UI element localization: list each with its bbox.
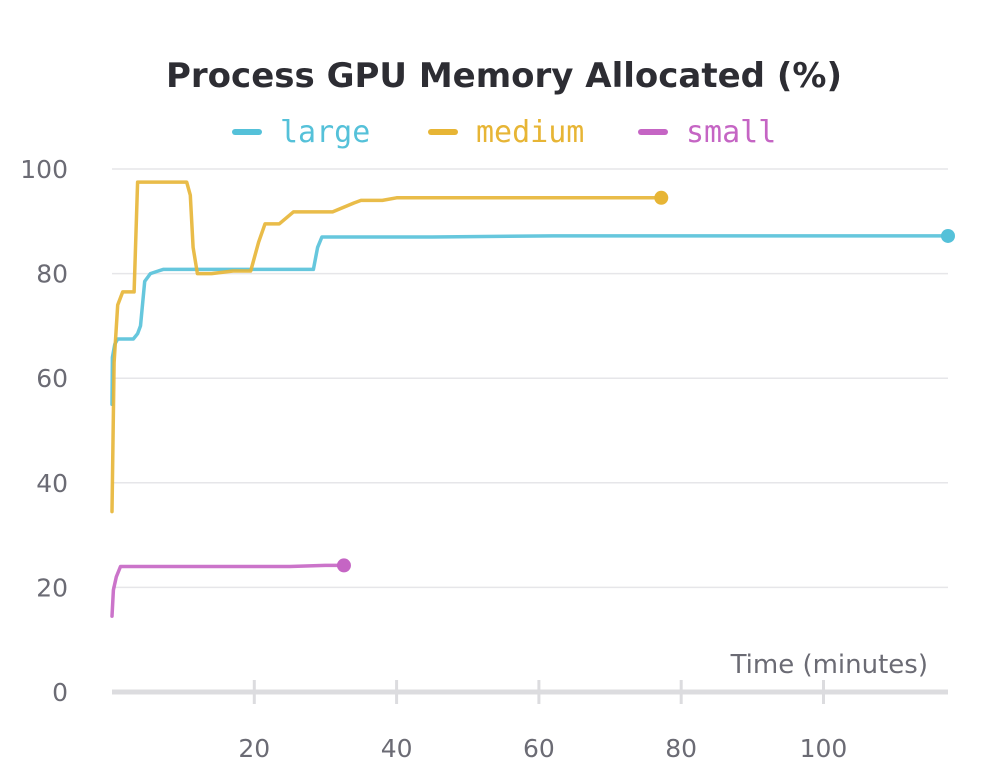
y-tick-label-0: 0 xyxy=(52,678,68,707)
x-axis xyxy=(112,680,948,704)
x-tick-label-60: 60 xyxy=(523,734,555,763)
y-tick-label-60: 60 xyxy=(36,364,68,393)
series-line-medium[interactable] xyxy=(110,180,664,514)
plot-area[interactable]: 0 20 40 60 80 100 20 40 60 80 100 Time (minutes) xyxy=(0,0,1008,783)
series-endpoint-medium[interactable] xyxy=(654,190,669,205)
series-lines xyxy=(110,180,955,618)
chart-container: Process GPU Memory Allocated (%) large m… xyxy=(0,0,1008,783)
x-tick-label-100: 100 xyxy=(800,734,848,763)
x-axis-tick-labels: 20 40 60 80 100 xyxy=(238,734,847,763)
y-tick-label-40: 40 xyxy=(36,469,68,498)
y-tick-label-80: 80 xyxy=(36,260,68,289)
x-tick-label-80: 80 xyxy=(665,734,697,763)
y-tick-label-20: 20 xyxy=(36,573,68,602)
series-line-large[interactable] xyxy=(110,234,950,407)
gridlines xyxy=(112,168,948,589)
y-axis-tick-labels: 0 20 40 60 80 100 xyxy=(20,155,68,707)
x-tick-label-20: 20 xyxy=(238,734,270,763)
series-endpoint-small[interactable] xyxy=(336,558,351,573)
x-tick-label-40: 40 xyxy=(381,734,413,763)
series-line-small[interactable] xyxy=(110,563,346,618)
series-endpoint-large[interactable] xyxy=(941,228,955,243)
x-axis-title: Time (minutes) xyxy=(730,650,928,680)
y-tick-label-100: 100 xyxy=(20,155,68,184)
